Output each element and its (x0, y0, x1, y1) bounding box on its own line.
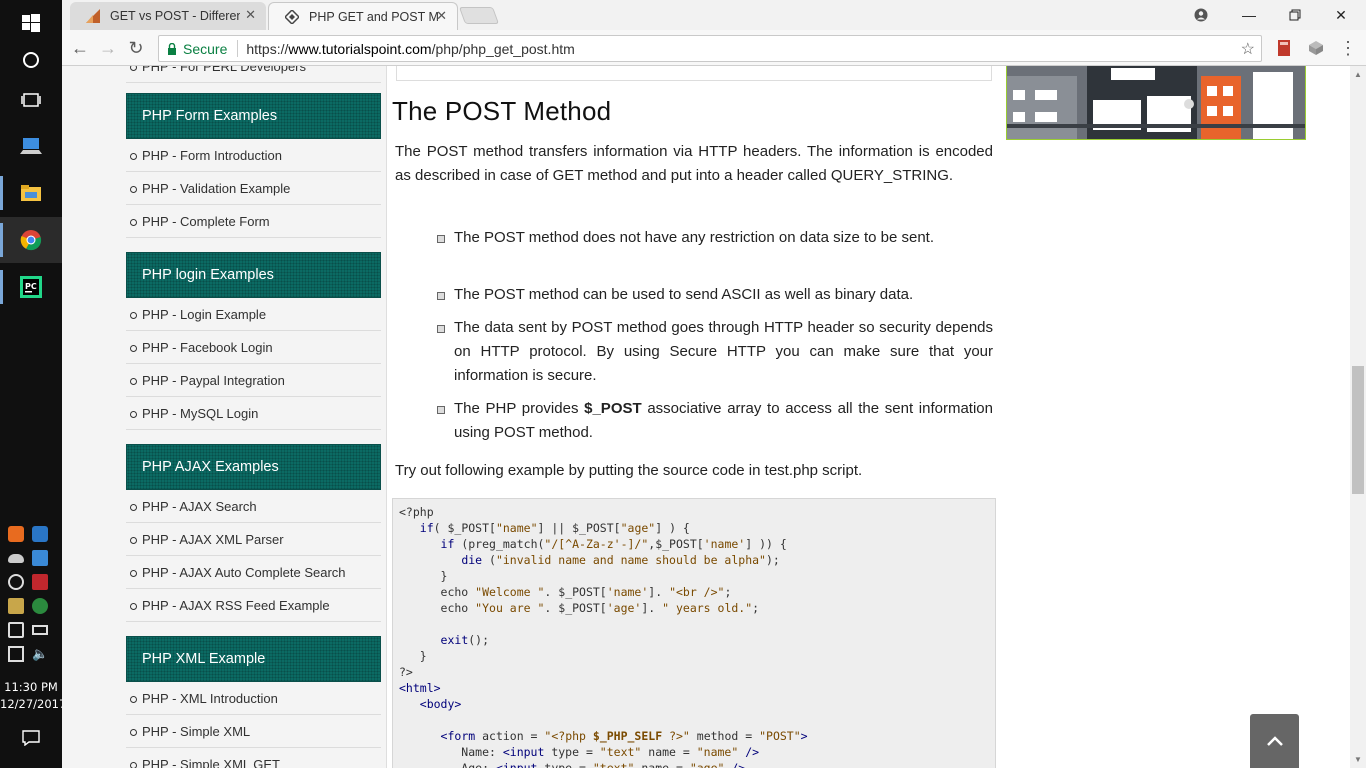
sidebar: PHP - For PERL Developers PHP Form Examp… (62, 66, 386, 768)
clock-time: 11:30 PM (4, 680, 58, 694)
sidebar-link-paypal-integration[interactable]: PHP - Paypal Integration (126, 364, 381, 397)
column-divider (386, 66, 387, 768)
back-arrow-icon[interactable]: ← (68, 36, 92, 60)
sidebar-link-form-introduction[interactable]: PHP - Form Introduction (126, 139, 381, 172)
sidebar-link-simple-xml[interactable]: PHP - Simple XML (126, 715, 381, 748)
close-window-icon[interactable]: ✕ (1318, 0, 1364, 30)
sidebar-link-login-example[interactable]: PHP - Login Example (126, 298, 381, 331)
section-heading: The POST Method (392, 96, 612, 126)
sidebar-link-ajax-search[interactable]: PHP - AJAX Search (126, 490, 381, 523)
minimize-icon[interactable]: — (1226, 0, 1272, 30)
post-array-name: $_POST (584, 400, 642, 417)
profile-icon[interactable] (1178, 0, 1224, 30)
extension-book-icon[interactable] (1272, 36, 1296, 60)
pycharm-app-icon[interactable]: PC (0, 264, 62, 310)
try-example-text: Try out following example by putting the… (395, 462, 863, 479)
previous-code-box (396, 66, 992, 81)
advertisement-image[interactable] (1006, 66, 1306, 140)
globe-app-icon[interactable] (32, 598, 48, 614)
extension-cube-icon[interactable] (1304, 36, 1328, 60)
network-wired-icon[interactable] (8, 646, 24, 662)
sidebar-link-perl[interactable]: PHP - For PERL Developers (126, 66, 381, 83)
system-clock[interactable]: 11:30 PM 12/27/2017 (0, 679, 67, 713)
url-scheme: https:// (246, 40, 289, 57)
headset-icon[interactable] (8, 574, 24, 590)
battery-icon[interactable] (32, 625, 48, 635)
restore-icon[interactable] (1272, 0, 1318, 30)
sidebar-heading-ajax-examples: PHP AJAX Examples (126, 444, 381, 490)
close-tab-icon[interactable]: ✕ (436, 8, 447, 24)
tab-label: GET vs POST - Difference (110, 9, 240, 23)
task-view-icon[interactable] (0, 77, 62, 123)
chrome-menu-icon[interactable]: ⋮ (1336, 36, 1360, 60)
wifi-settings-icon[interactable] (32, 526, 48, 542)
svg-text:PC: PC (25, 282, 37, 291)
sidebar-heading-form-examples: PHP Form Examples (126, 93, 381, 139)
sidebar-link-ajax-auto-complete[interactable]: PHP - AJAX Auto Complete Search (126, 556, 381, 589)
stack-app-icon[interactable] (8, 598, 24, 614)
scroll-to-top-button[interactable] (1250, 714, 1299, 768)
list-item: The POST method can be used to send ASCI… (437, 283, 993, 307)
sidebar-link-mysql-login[interactable]: PHP - MySQL Login (126, 397, 381, 430)
sidebar-link-xml-introduction[interactable]: PHP - XML Introduction (126, 682, 381, 715)
volume-icon[interactable]: 🔈 (32, 646, 48, 662)
intro-paragraph: The POST method transfers information vi… (395, 143, 993, 184)
url-text[interactable]: https://www.tutorialspoint.com/php/php_g… (246, 41, 574, 57)
tab-php-get-post[interactable]: PHP GET and POST Meth ✕ (268, 2, 458, 30)
sidebar-link-ajax-xml-parser[interactable]: PHP - AJAX XML Parser (126, 523, 381, 556)
tab-get-vs-post[interactable]: GET vs POST - Difference ✕ (70, 2, 266, 30)
sidebar-link-simple-xml-get[interactable]: PHP - Simple XML GET (126, 748, 381, 768)
scrollbar-thumb[interactable] (1352, 366, 1364, 494)
this-pc-app-icon[interactable] (0, 123, 62, 169)
sidebar-link-validation-example[interactable]: PHP - Validation Example (126, 172, 381, 205)
page-scrollbar[interactable]: ▲ ▼ (1350, 66, 1366, 768)
reload-icon[interactable]: ↻ (124, 36, 148, 60)
browser-toolbar: ← → ↻ Secure https://www.tutorialspoint.… (62, 30, 1366, 66)
url-host: www.tutorialspoint.com (288, 40, 432, 57)
file-explorer-app-icon[interactable] (0, 170, 62, 216)
lock-icon (167, 42, 177, 58)
list-item: The POST method does not have any restri… (437, 226, 993, 250)
url-path: /php/php_get_post.htm (431, 40, 575, 57)
tab-strip: GET vs POST - Difference ✕ PHP GET and P… (62, 0, 1366, 30)
chrome-window: GET vs POST - Difference ✕ PHP GET and P… (62, 0, 1366, 768)
scroll-up-arrow-icon[interactable]: ▲ (1354, 70, 1362, 79)
clock-date: 12/27/2017 (0, 697, 67, 711)
tab-favicon-icon (86, 9, 100, 23)
onedrive-icon[interactable] (8, 554, 24, 563)
list-item: The PHP provides $_POST associative arra… (437, 397, 993, 445)
chrome-app-icon[interactable] (0, 217, 62, 263)
bullet-text: The PHP provides (454, 400, 585, 417)
tray-app-icon[interactable] (8, 526, 24, 542)
sidebar-link-complete-form[interactable]: PHP - Complete Form (126, 205, 381, 238)
scroll-down-arrow-icon[interactable]: ▼ (1354, 755, 1362, 764)
address-bar[interactable]: Secure https://www.tutorialspoint.com/ph… (158, 35, 1262, 62)
web-page: PHP - For PERL Developers PHP Form Examp… (62, 66, 1350, 768)
windows-taskbar: PC 🔈 11:30 PM 12/27/2017 (0, 0, 67, 768)
code-example-block: <?php if( $_POST["name"] || $_POST["age"… (392, 498, 996, 768)
sidebar-heading-login-examples: PHP login Examples (126, 252, 381, 298)
bookmark-star-icon[interactable]: ☆ (1241, 39, 1255, 59)
device-icon[interactable] (8, 622, 24, 638)
action-center-icon[interactable] (0, 715, 62, 761)
secure-label: Secure (183, 40, 228, 57)
sidebar-heading-xml-example: PHP XML Example (126, 636, 381, 682)
sidebar-link-facebook-login[interactable]: PHP - Facebook Login (126, 331, 381, 364)
forward-arrow-icon[interactable]: → (96, 36, 120, 60)
tab-label: PHP GET and POST Meth (309, 9, 439, 24)
new-tab-button[interactable] (458, 7, 500, 24)
network-icon[interactable] (32, 550, 48, 566)
sidebar-link-ajax-rss-feed[interactable]: PHP - AJAX RSS Feed Example (126, 589, 381, 622)
tab-favicon-icon (283, 8, 301, 26)
list-item: The data sent by POST method goes throug… (437, 316, 993, 388)
security-shield-icon[interactable] (32, 574, 48, 590)
close-tab-icon[interactable]: ✕ (245, 7, 256, 23)
omnibox-separator (237, 40, 239, 57)
